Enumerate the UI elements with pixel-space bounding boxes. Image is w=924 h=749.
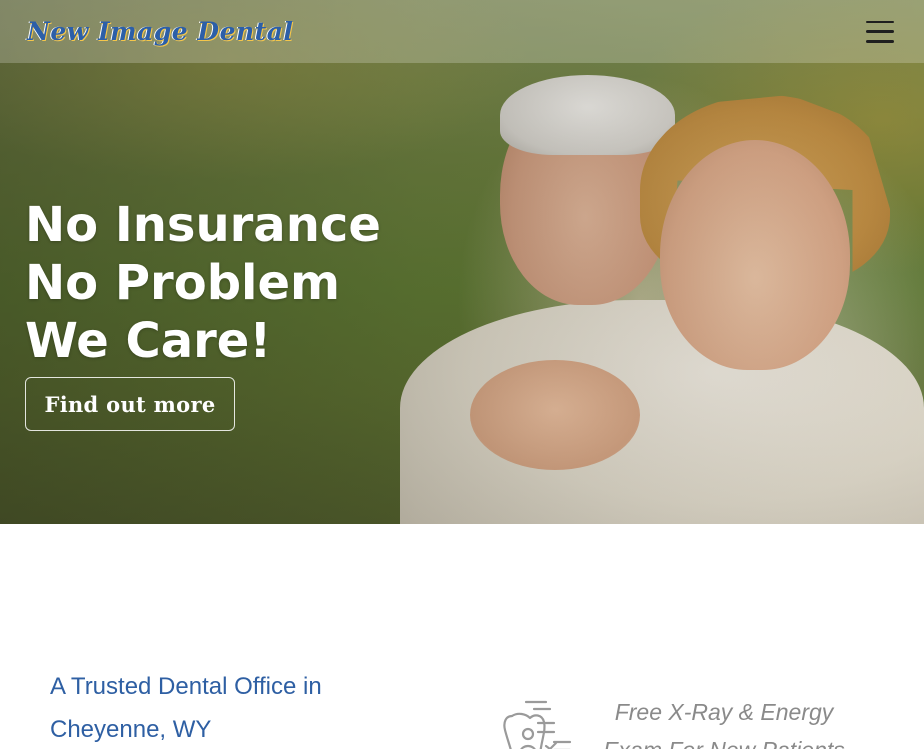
hamburger-menu-icon[interactable] — [866, 20, 894, 43]
menu-bar-top — [866, 20, 894, 23]
menu-bar-bottom — [866, 40, 894, 43]
offer-text: Free X-Ray & Energy Exam For New Patient… — [603, 699, 845, 749]
hero-headline: No Insurance No Problem We Care! — [25, 196, 445, 370]
intro-heading: A Trusted Dental Office in Cheyenne, WY — [50, 673, 322, 743]
headline-line-2: No Problem — [25, 255, 341, 311]
tooth-checklist-icon — [498, 696, 578, 749]
headline-line-1: No Insurance — [25, 197, 381, 253]
site-header: New Image Dental — [0, 0, 924, 63]
menu-bar-middle — [866, 30, 894, 33]
headline-line-3: We Care! — [25, 313, 272, 369]
site-logo[interactable]: New Image Dental — [27, 17, 293, 46]
hero-banner: No Insurance No Problem We Care! Find ou… — [0, 0, 924, 524]
find-out-more-button[interactable]: Find out more — [25, 377, 235, 431]
